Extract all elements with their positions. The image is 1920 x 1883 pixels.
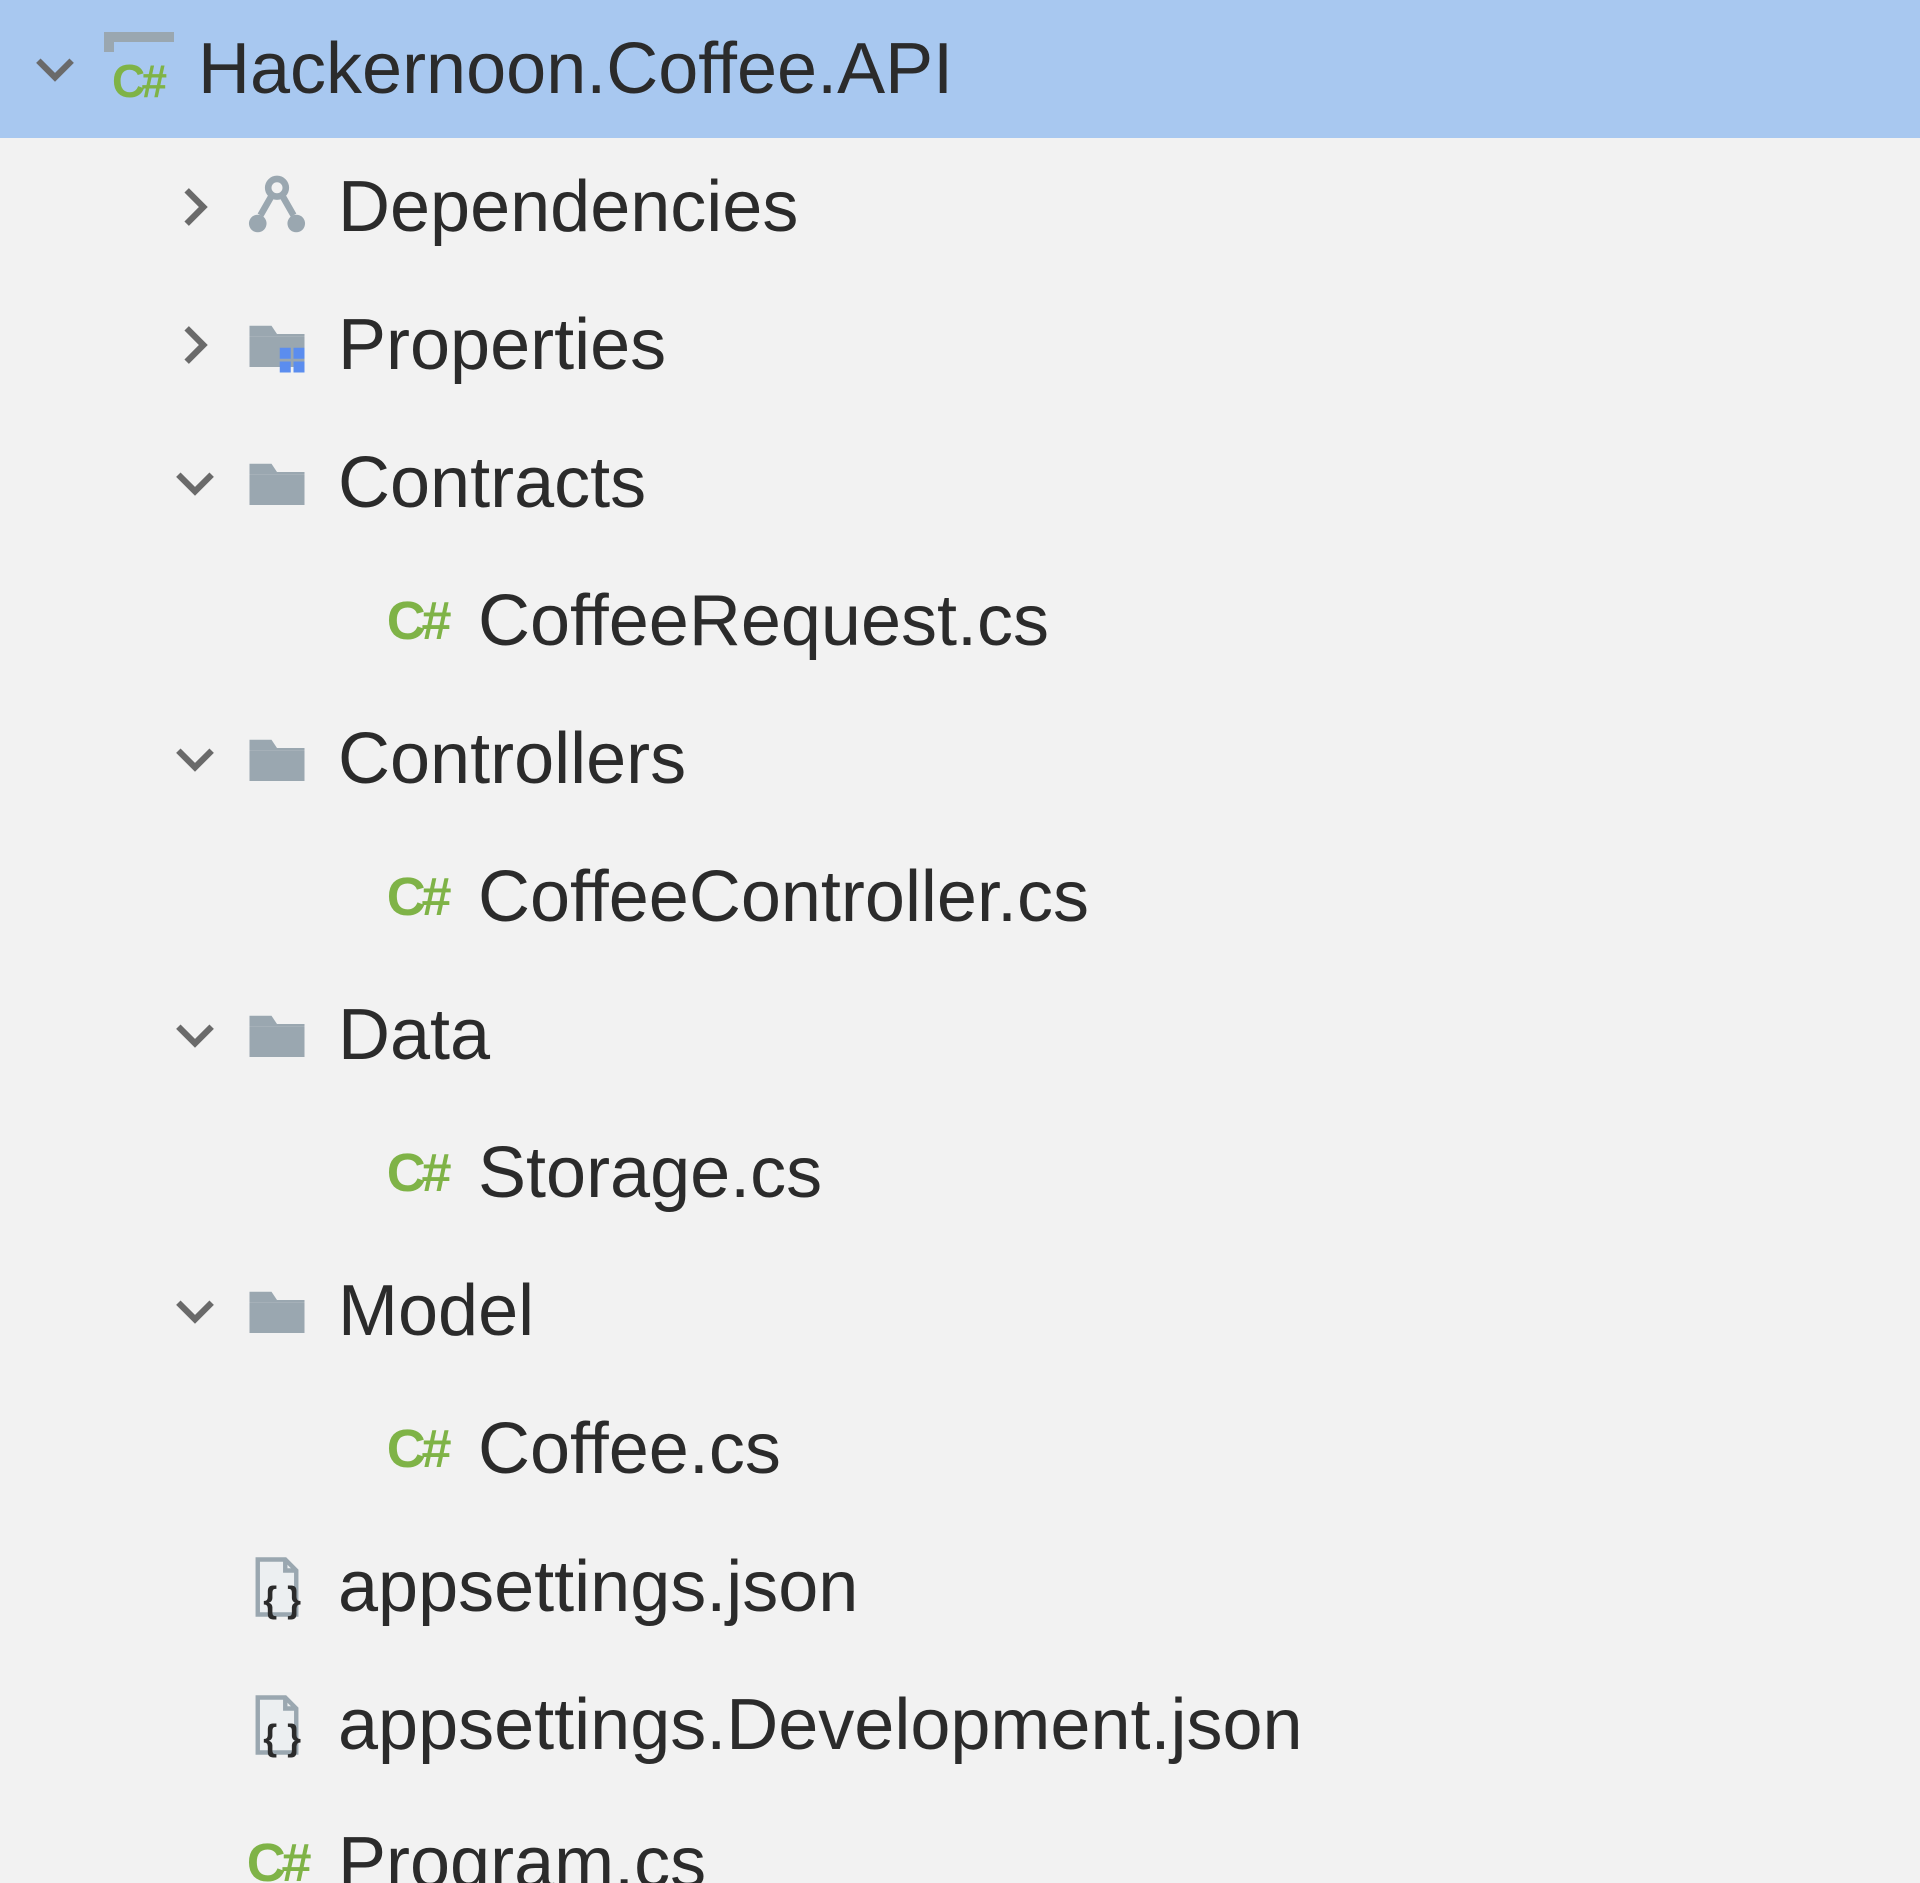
chevron-right-icon[interactable]	[170, 320, 220, 370]
json-file-icon: { }	[244, 1554, 310, 1620]
tree-item-file-coffeerequest[interactable]: C# CoffeeRequest.cs	[0, 552, 1920, 690]
tree-item-folder-model[interactable]: Model	[0, 1242, 1920, 1380]
tree-item-file-storage[interactable]: C# Storage.cs	[0, 1104, 1920, 1242]
csharp-file-icon: C#	[384, 1416, 450, 1482]
tree-item-label: CoffeeController.cs	[478, 856, 1089, 938]
tree-item-file-coffeecontroller[interactable]: C# CoffeeController.cs	[0, 828, 1920, 966]
tree-item-label: Coffee.cs	[478, 1408, 781, 1490]
folder-icon	[244, 1002, 310, 1068]
tree-item-label: Hackernoon.Coffee.API	[198, 28, 953, 110]
tree-item-file-program[interactable]: C# Program.cs	[0, 1794, 1920, 1883]
chevron-down-icon[interactable]	[170, 734, 220, 784]
chevron-down-icon[interactable]	[170, 1286, 220, 1336]
csharp-file-icon: C#	[384, 864, 450, 930]
folder-icon	[244, 1278, 310, 1344]
chevron-down-icon[interactable]	[170, 458, 220, 508]
properties-folder-icon	[244, 312, 310, 378]
tree-item-label: Contracts	[338, 442, 646, 524]
dependencies-icon	[244, 174, 310, 240]
svg-text:{ }: { }	[263, 1718, 301, 1758]
chevron-down-icon[interactable]	[170, 1010, 220, 1060]
tree-item-label: CoffeeRequest.cs	[478, 580, 1049, 662]
tree-item-folder-contracts[interactable]: Contracts	[0, 414, 1920, 552]
json-file-icon: { }	[244, 1692, 310, 1758]
svg-text:{ }: { }	[263, 1580, 301, 1620]
tree-item-file-coffee[interactable]: C# Coffee.cs	[0, 1380, 1920, 1518]
csharp-file-icon: C#	[384, 588, 450, 654]
folder-icon	[244, 726, 310, 792]
solution-explorer-tree: C# Hackernoon.Coffee.API Dependencies	[0, 0, 1920, 1883]
csharp-project-icon: C#	[104, 36, 170, 102]
tree-item-file-appsettings-dev[interactable]: { } appsettings.Development.json	[0, 1656, 1920, 1794]
tree-item-label: Storage.cs	[478, 1132, 822, 1214]
tree-item-label: Controllers	[338, 718, 686, 800]
csharp-file-icon: C#	[384, 1140, 450, 1206]
chevron-down-icon[interactable]	[30, 44, 80, 94]
tree-item-folder-controllers[interactable]: Controllers	[0, 690, 1920, 828]
tree-item-project-root[interactable]: C# Hackernoon.Coffee.API	[0, 0, 1920, 138]
tree-item-file-appsettings[interactable]: { } appsettings.json	[0, 1518, 1920, 1656]
tree-item-label: Properties	[338, 304, 666, 386]
chevron-right-icon[interactable]	[170, 182, 220, 232]
tree-item-label: Model	[338, 1270, 534, 1352]
tree-item-dependencies[interactable]: Dependencies	[0, 138, 1920, 276]
tree-item-label: appsettings.Development.json	[338, 1684, 1303, 1766]
folder-icon	[244, 450, 310, 516]
tree-item-label: Data	[338, 994, 490, 1076]
tree-item-label: Dependencies	[338, 166, 798, 248]
csharp-file-icon: C#	[244, 1830, 310, 1883]
tree-item-properties[interactable]: Properties	[0, 276, 1920, 414]
tree-item-label: appsettings.json	[338, 1546, 858, 1628]
tree-item-folder-data[interactable]: Data	[0, 966, 1920, 1104]
tree-item-label: Program.cs	[338, 1822, 706, 1883]
